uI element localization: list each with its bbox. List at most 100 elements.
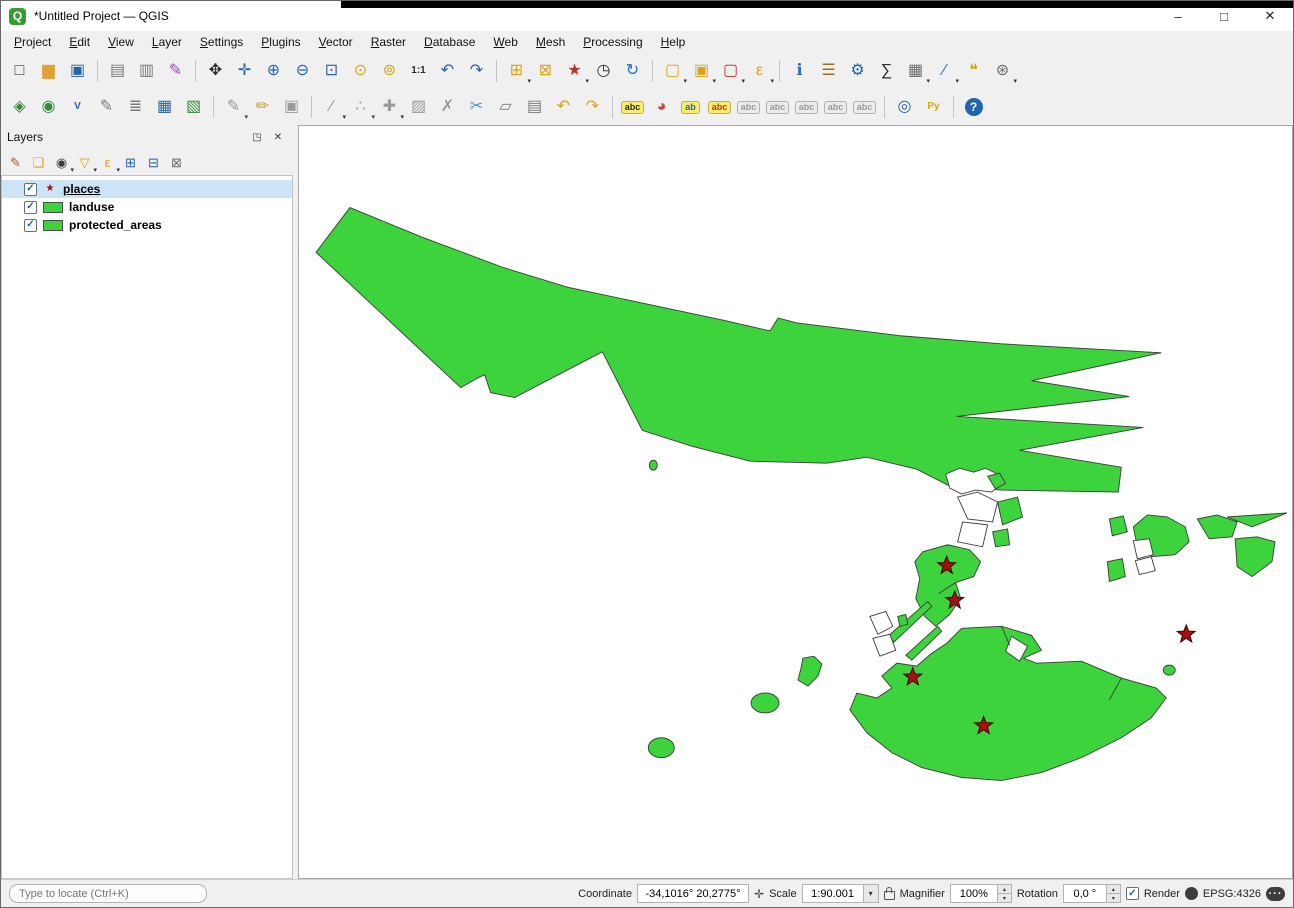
lock-scale-icon[interactable] — [884, 891, 895, 900]
toggle-extents-icon[interactable]: ✛ — [754, 887, 764, 901]
layer-visibility-checkbox[interactable]: ✓ — [24, 183, 37, 196]
menu-database[interactable]: Database — [415, 33, 484, 51]
crs-label[interactable]: EPSG:4326 — [1203, 888, 1261, 900]
magnifier-spinbox[interactable]: ▴▾ — [950, 884, 1012, 903]
map-canvas[interactable] — [298, 125, 1293, 879]
open-project-button[interactable]: ▆ — [35, 58, 62, 85]
copy-features-button[interactable]: ▱ — [492, 94, 519, 121]
pan-map-button[interactable]: ✥ — [202, 58, 229, 85]
measure-button[interactable]: ∕▾ — [931, 58, 958, 85]
layer-item-protected_areas[interactable]: ✓protected_areas — [2, 216, 292, 234]
layer-item-landuse[interactable]: ✓landuse — [2, 198, 292, 216]
zoom-in-button[interactable]: ⊕ — [260, 58, 287, 85]
menu-processing[interactable]: Processing — [574, 33, 651, 51]
spin-up-icon[interactable]: ▴ — [998, 884, 1012, 893]
search-features-button[interactable]: ⊛▾ — [989, 58, 1016, 85]
menu-help[interactable]: Help — [652, 33, 695, 51]
scale-dropdown-icon[interactable]: ▾ — [864, 884, 879, 903]
new-gpx-layer-button[interactable]: ▧ — [180, 94, 207, 121]
menu-mesh[interactable]: Mesh — [527, 33, 574, 51]
new-print-layout-button[interactable]: ▤ — [104, 58, 131, 85]
pan-to-selection-button[interactable]: ✛ — [231, 58, 258, 85]
scale-input[interactable] — [802, 884, 864, 903]
attribute-table-button[interactable]: ▦▾ — [902, 58, 929, 85]
crs-icon[interactable] — [1185, 887, 1198, 900]
temporal-controller-button[interactable]: ◷ — [590, 58, 617, 85]
panel-close-button[interactable]: ✕ — [271, 130, 285, 144]
new-project-button[interactable]: □ — [6, 58, 33, 85]
menu-edit[interactable]: Edit — [60, 33, 99, 51]
magnifier-input[interactable] — [950, 884, 998, 903]
dropdown-arrow-icon[interactable]: ▾ — [712, 77, 716, 85]
new-temporary-scratch-layer-button[interactable]: ✎ — [93, 94, 120, 121]
show-layout-manager-button[interactable]: ▥ — [133, 58, 160, 85]
refresh-map-button[interactable]: ↻ — [619, 58, 646, 85]
spin-up-icon[interactable]: ▴ — [1107, 884, 1121, 893]
new-3d-map-view-button[interactable]: ⊠ — [532, 58, 559, 85]
select-features-button[interactable]: ▢▾ — [659, 58, 686, 85]
toggle-editing-button[interactable]: ✏ — [249, 94, 276, 121]
delete-selected-button[interactable]: ✗ — [434, 94, 461, 121]
dropdown-arrow-icon[interactable]: ▾ — [926, 77, 930, 85]
spin-down-icon[interactable]: ▾ — [1107, 893, 1121, 903]
menu-layer[interactable]: Layer — [143, 33, 191, 51]
messages-icon[interactable] — [1266, 887, 1285, 901]
identify-features-button[interactable]: ℹ — [786, 58, 813, 85]
select-features-by-value-button[interactable]: ▣▾ — [688, 58, 715, 85]
zoom-out-button[interactable]: ⊖ — [289, 58, 316, 85]
zoom-to-selection-button[interactable]: ⊙ — [347, 58, 374, 85]
locate-input[interactable] — [9, 884, 207, 903]
expand-all-button[interactable]: ⊞ — [119, 151, 142, 174]
metasearch-button[interactable]: ◎ — [891, 94, 918, 121]
menu-settings[interactable]: Settings — [191, 33, 252, 51]
move-label-button[interactable]: abc — [822, 94, 849, 121]
zoom-to-layer-button[interactable]: ⊚ — [376, 58, 403, 85]
dropdown-arrow-icon[interactable]: ▾ — [741, 77, 745, 85]
menu-plugins[interactable]: Plugins — [252, 33, 309, 51]
python-console-button[interactable]: Py — [920, 94, 947, 121]
dropdown-arrow-icon[interactable]: ▾ — [683, 77, 687, 85]
new-mesh-layer-button[interactable]: ▦ — [151, 94, 178, 121]
processing-toolbox-button[interactable]: ⚙ — [844, 58, 871, 85]
zoom-native-button[interactable]: 1:1 — [405, 58, 432, 85]
dropdown-arrow-icon[interactable]: ▾ — [1013, 77, 1017, 85]
dropdown-arrow-icon[interactable]: ▾ — [955, 77, 959, 85]
coordinate-input[interactable] — [637, 884, 749, 903]
layer-visibility-checkbox[interactable]: ✓ — [24, 219, 37, 232]
vertex-tool-button[interactable]: ✚▾ — [376, 94, 403, 121]
save-layer-edits-button[interactable]: ▣ — [278, 94, 305, 121]
menu-view[interactable]: View — [99, 33, 143, 51]
statistical-summary-button[interactable]: ∑ — [873, 58, 900, 85]
digitize-with-segment-button[interactable]: ∕▾ — [318, 94, 345, 121]
dropdown-arrow-icon[interactable]: ▾ — [371, 113, 375, 121]
layer-item-places[interactable]: ✓★places — [2, 180, 292, 198]
current-edits-button[interactable]: ✎▾ — [220, 94, 247, 121]
paste-features-button[interactable]: ▤ — [521, 94, 548, 121]
dropdown-arrow-icon[interactable]: ▾ — [244, 113, 248, 121]
remove-layer-button[interactable]: ⊠ — [165, 151, 188, 174]
new-map-view-button[interactable]: ⊞▾ — [503, 58, 530, 85]
new-spatial-bookmark-button[interactable]: ★▾ — [561, 58, 588, 85]
dropdown-arrow-icon[interactable]: ▾ — [770, 77, 774, 85]
rotation-spinbox[interactable]: ▴▾ — [1063, 884, 1121, 903]
menu-web[interactable]: Web — [484, 33, 526, 51]
new-virtual-layer-button[interactable]: ≣ — [122, 94, 149, 121]
layer-visibility-checkbox[interactable]: ✓ — [24, 201, 37, 214]
pin-labels-button[interactable]: ab — [677, 94, 704, 121]
field-calculator-button[interactable]: ☰ — [815, 58, 842, 85]
panel-float-button[interactable]: ◳ — [250, 130, 264, 144]
menu-vector[interactable]: Vector — [310, 33, 362, 51]
open-layer-styling-button[interactable]: ✎ — [4, 151, 27, 174]
filter-by-expression-button[interactable]: ε▾ — [96, 151, 119, 174]
style-manager-button[interactable]: ✎ — [162, 58, 189, 85]
pin-unpin-labels-button[interactable]: abc — [764, 94, 791, 121]
menu-project[interactable]: Project — [5, 33, 60, 51]
change-label-button[interactable]: abc — [851, 94, 878, 121]
modify-attributes-button[interactable]: ▨ — [405, 94, 432, 121]
menu-raster[interactable]: Raster — [362, 33, 415, 51]
new-shapefile-layer-button[interactable]: ◉ — [35, 94, 62, 121]
help-button[interactable]: ? — [960, 94, 987, 121]
dropdown-arrow-icon[interactable]: ▾ — [585, 77, 589, 85]
undo-button[interactable]: ↶ — [550, 94, 577, 121]
map-tips-button[interactable]: ❝ — [960, 58, 987, 85]
